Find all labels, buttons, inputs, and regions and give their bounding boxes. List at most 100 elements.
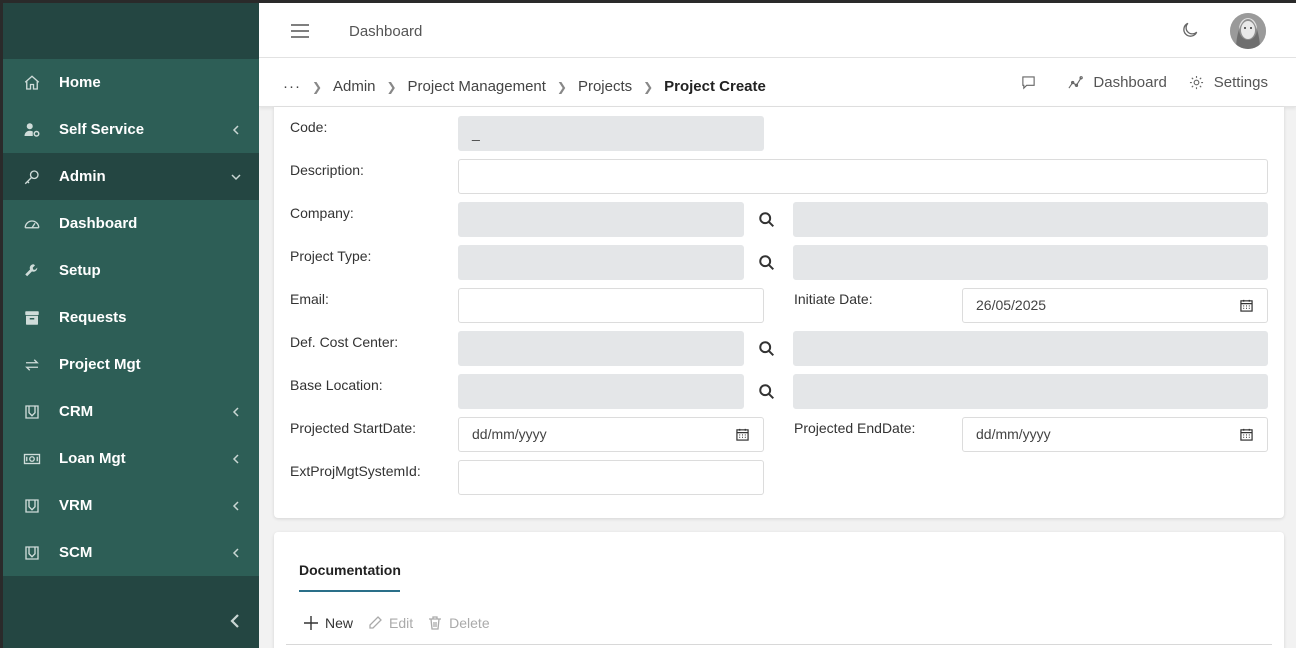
breadcrumb-project-management[interactable]: Project Management <box>408 78 546 95</box>
tab-documentation[interactable]: Documentation <box>299 562 401 592</box>
table-header-divider <box>286 644 1272 645</box>
delete-button[interactable]: Delete <box>427 615 490 631</box>
project-form: Code: _ Description: Company: Project Ty… <box>274 107 1284 518</box>
company-label: Company: <box>290 205 354 221</box>
breadcrumb-current: Project Create <box>664 78 766 95</box>
avatar[interactable] <box>1230 13 1266 49</box>
end-date-label: Projected EndDate: <box>794 420 916 436</box>
breadcrumb-admin[interactable]: Admin <box>333 78 376 95</box>
project-type-name-field <box>793 245 1268 280</box>
initiate-date-label: Initiate Date: <box>794 291 873 307</box>
chevron-left-icon <box>231 545 243 559</box>
cost-center-search-icon[interactable] <box>758 340 778 360</box>
sidebar-item-scm[interactable]: SCM <box>3 529 259 576</box>
description-label: Description: <box>290 162 364 178</box>
calendar-icon[interactable] <box>736 428 750 442</box>
breadcrumb-ellipsis[interactable]: ··· <box>283 78 301 95</box>
chevron-right-icon: ❯ <box>643 79 654 94</box>
documentation-panel: Documentation New Edit Delete <box>274 532 1284 648</box>
chevron-right-icon: ❯ <box>556 79 567 94</box>
company-code-field <box>458 202 744 237</box>
delete-button-label: Delete <box>449 615 490 631</box>
description-field[interactable] <box>458 159 1268 194</box>
chart-line-icon <box>1068 76 1084 89</box>
sidebar-item-loan-mgt[interactable]: Loan Mgt <box>3 435 259 482</box>
start-date-placeholder: dd/mm/yyyy <box>472 426 547 442</box>
base-location-search-icon[interactable] <box>758 383 778 403</box>
gear-icon <box>1189 75 1203 90</box>
hamburger-menu-icon[interactable] <box>290 23 310 39</box>
start-date-field[interactable]: dd/mm/yyyy <box>458 417 764 452</box>
edit-button[interactable]: Edit <box>367 615 413 631</box>
chevron-left-icon <box>231 498 243 512</box>
end-date-field[interactable]: dd/mm/yyyy <box>962 417 1268 452</box>
banknote-icon <box>22 449 42 469</box>
sidebar-item-label: Project Mgt <box>59 356 141 373</box>
archive-icon <box>22 308 42 328</box>
map-icon <box>22 496 42 516</box>
breadcrumb-bar: ··· ❯ Admin ❯ Project Management ❯ Proje… <box>259 58 1296 107</box>
ext-id-field[interactable] <box>458 460 764 495</box>
project-type-label: Project Type: <box>290 248 372 264</box>
gauge-icon <box>22 214 42 234</box>
sidebar-item-label: Requests <box>59 309 127 326</box>
wrench-icon <box>22 261 42 281</box>
dashboard-link[interactable]: Dashboard <box>1068 74 1167 91</box>
cost-center-code-field <box>458 331 744 366</box>
settings-link[interactable]: Settings <box>1189 74 1268 91</box>
sidebar-menu: Home Self Service Admin Dashboard Setup … <box>3 59 259 576</box>
sidebar-item-self-service[interactable]: Self Service <box>3 106 259 153</box>
map-icon <box>22 402 42 422</box>
sidebar-item-vrm[interactable]: VRM <box>3 482 259 529</box>
initiate-date-field[interactable]: 26/05/2025 <box>962 288 1268 323</box>
new-button[interactable]: New <box>303 615 353 631</box>
project-type-search-icon[interactable] <box>758 254 778 274</box>
header-title: Dashboard <box>349 23 423 40</box>
sidebar-item-home[interactable]: Home <box>3 59 259 106</box>
sidebar-item-label: Self Service <box>59 121 145 138</box>
chevron-right-icon: ❯ <box>386 79 397 94</box>
trash-icon <box>429 616 442 630</box>
sidebar-collapse-icon[interactable] <box>225 611 245 631</box>
end-date-placeholder: dd/mm/yyyy <box>976 426 1051 442</box>
email-field[interactable] <box>458 288 764 323</box>
calendar-icon[interactable] <box>1240 299 1254 313</box>
swap-icon <box>22 355 42 375</box>
sidebar-item-requests[interactable]: Requests <box>3 294 259 341</box>
breadcrumb-projects[interactable]: Projects <box>578 78 632 95</box>
project-type-code-field <box>458 245 744 280</box>
sidebar-item-project-mgt[interactable]: Project Mgt <box>3 341 259 388</box>
plus-icon <box>304 616 318 630</box>
sidebar-item-dashboard[interactable]: Dashboard <box>3 200 259 247</box>
comment-button[interactable] <box>1021 75 1046 90</box>
new-button-label: New <box>325 615 354 631</box>
sidebar-item-label: Home <box>59 74 101 91</box>
initiate-date-value: 26/05/2025 <box>976 297 1047 313</box>
sidebar-item-label: CRM <box>59 403 94 420</box>
sidebar-item-label: SCM <box>59 544 93 561</box>
code-field: _ <box>458 116 764 151</box>
sidebar-item-admin[interactable]: Admin <box>3 153 259 200</box>
breadcrumb-actions: Dashboard Settings <box>999 74 1268 91</box>
pencil-icon <box>369 616 382 629</box>
window-frame-left <box>0 0 3 648</box>
sidebar-item-setup[interactable]: Setup <box>3 247 259 294</box>
cost-center-label: Def. Cost Center: <box>290 334 399 350</box>
map-icon <box>22 543 42 563</box>
sidebar-item-crm[interactable]: CRM <box>3 388 259 435</box>
chevron-down-icon <box>231 169 243 183</box>
moon-icon[interactable] <box>1180 20 1200 40</box>
settings-link-label: Settings <box>1213 74 1268 91</box>
base-location-name-field <box>793 374 1268 409</box>
cost-center-name-field <box>793 331 1268 366</box>
calendar-icon[interactable] <box>1240 428 1254 442</box>
top-header: Dashboard <box>259 3 1296 58</box>
company-search-icon[interactable] <box>758 211 778 231</box>
sidebar: Home Self Service Admin Dashboard Setup … <box>3 3 259 648</box>
sidebar-item-label: Loan Mgt <box>59 450 126 467</box>
sidebar-item-label: Admin <box>59 168 106 185</box>
base-location-label: Base Location: <box>290 377 383 393</box>
chevron-left-icon <box>231 122 243 136</box>
edit-button-label: Edit <box>389 615 414 631</box>
comment-icon <box>1022 76 1036 90</box>
